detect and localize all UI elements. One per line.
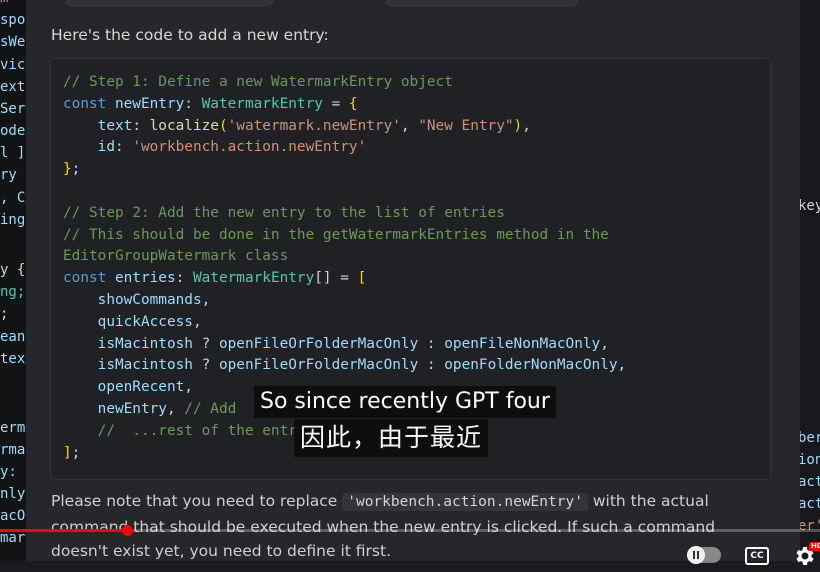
background-code-line: m: [0, 0, 8, 6]
pause-icon: [687, 546, 705, 564]
background-editor-right: keyberionactacter': [800, 0, 820, 561]
background-code-line: erm: [0, 420, 26, 436]
code-chip: [66, 0, 273, 6]
background-code-line: ng;: [0, 284, 26, 300]
hd-badge: HD: [809, 542, 820, 551]
code-line: const entries: WatermarkEntry[] = [: [63, 270, 367, 287]
background-code-line: ;: [0, 306, 9, 322]
background-code-line: ode: [0, 123, 26, 139]
background-code-line: tex: [0, 351, 26, 367]
closed-captions-icon[interactable]: CC: [745, 547, 769, 565]
code-line: // This should be done in the getWaterma…: [63, 226, 609, 243]
code-line: EditorGroupWatermark class: [63, 248, 289, 265]
code-line: // Step 2: Add the new entry to the list…: [63, 204, 505, 221]
background-code-line: y {: [0, 262, 26, 278]
code-line: isMacintosh ? openFileOrFolderMacOnly : …: [63, 357, 627, 374]
background-code-line: acO: [0, 508, 26, 524]
background-code-line: act: [800, 474, 820, 490]
background-code-line: l ]: [0, 145, 26, 161]
code-line: id: 'workbench.action.newEntry': [63, 139, 367, 156]
background-code-line: nly: [0, 486, 26, 502]
background-code-line: vic: [0, 57, 26, 73]
code-line: text: localize('watermark.newEntry', "Ne…: [63, 117, 531, 134]
background-code-line: y:: [0, 464, 17, 480]
background-code-line: ion: [800, 452, 820, 468]
background-code-line: ry: [0, 167, 17, 183]
inline-code: 'workbench.action.newEntry': [342, 493, 588, 511]
background-editor-left: m spo sWe vic ext Ser ode l ] ry , C ing y { ng;; ean…: [0, 0, 26, 561]
background-code-line: ean: [0, 329, 26, 345]
background-code-line: ext: [0, 79, 26, 95]
background-code-line: Ser: [0, 101, 26, 117]
code-line: isMacintosh ? openFileOrFolderMacOnly : …: [63, 335, 609, 352]
code-line: ​: [63, 181, 626, 203]
code-line: const newEntry: WatermarkEntry = {: [63, 95, 358, 112]
code-line: };: [63, 161, 81, 178]
background-code-line: mar: [0, 530, 26, 546]
assistant-note-text: Please note that you need to replace 'wo…: [51, 489, 751, 561]
background-code-line: spo: [0, 12, 26, 28]
background-code-line: rma: [0, 442, 26, 458]
previous-message-chips: [26, 0, 800, 6]
code-line: // Step 1: Define a new WatermarkEntry o…: [63, 74, 453, 90]
video-progress-bar[interactable]: [0, 525, 820, 536]
background-code-line: key: [800, 198, 820, 214]
assistant-intro-text: Here's the code to add a new entry:: [51, 26, 329, 44]
code-line: showCommands,: [63, 291, 211, 308]
chat-panel: Here's the code to add a new entry: // S…: [26, 0, 800, 561]
background-code-line: sWe: [0, 34, 26, 50]
code-line: quickAccess,: [63, 313, 202, 330]
note-text-before: Please note that you need to replace: [51, 492, 343, 510]
code-chip: [386, 0, 578, 6]
video-progress-fill: [0, 529, 128, 532]
background-code-line: ber: [800, 430, 820, 446]
subtitle-chinese: 因此，由于最近: [294, 419, 489, 457]
background-code-line: ing: [0, 212, 26, 228]
background-code-line: , C: [0, 190, 26, 206]
subtitle-english: So since recently GPT four: [254, 386, 556, 418]
background-code-line: act: [800, 496, 820, 512]
